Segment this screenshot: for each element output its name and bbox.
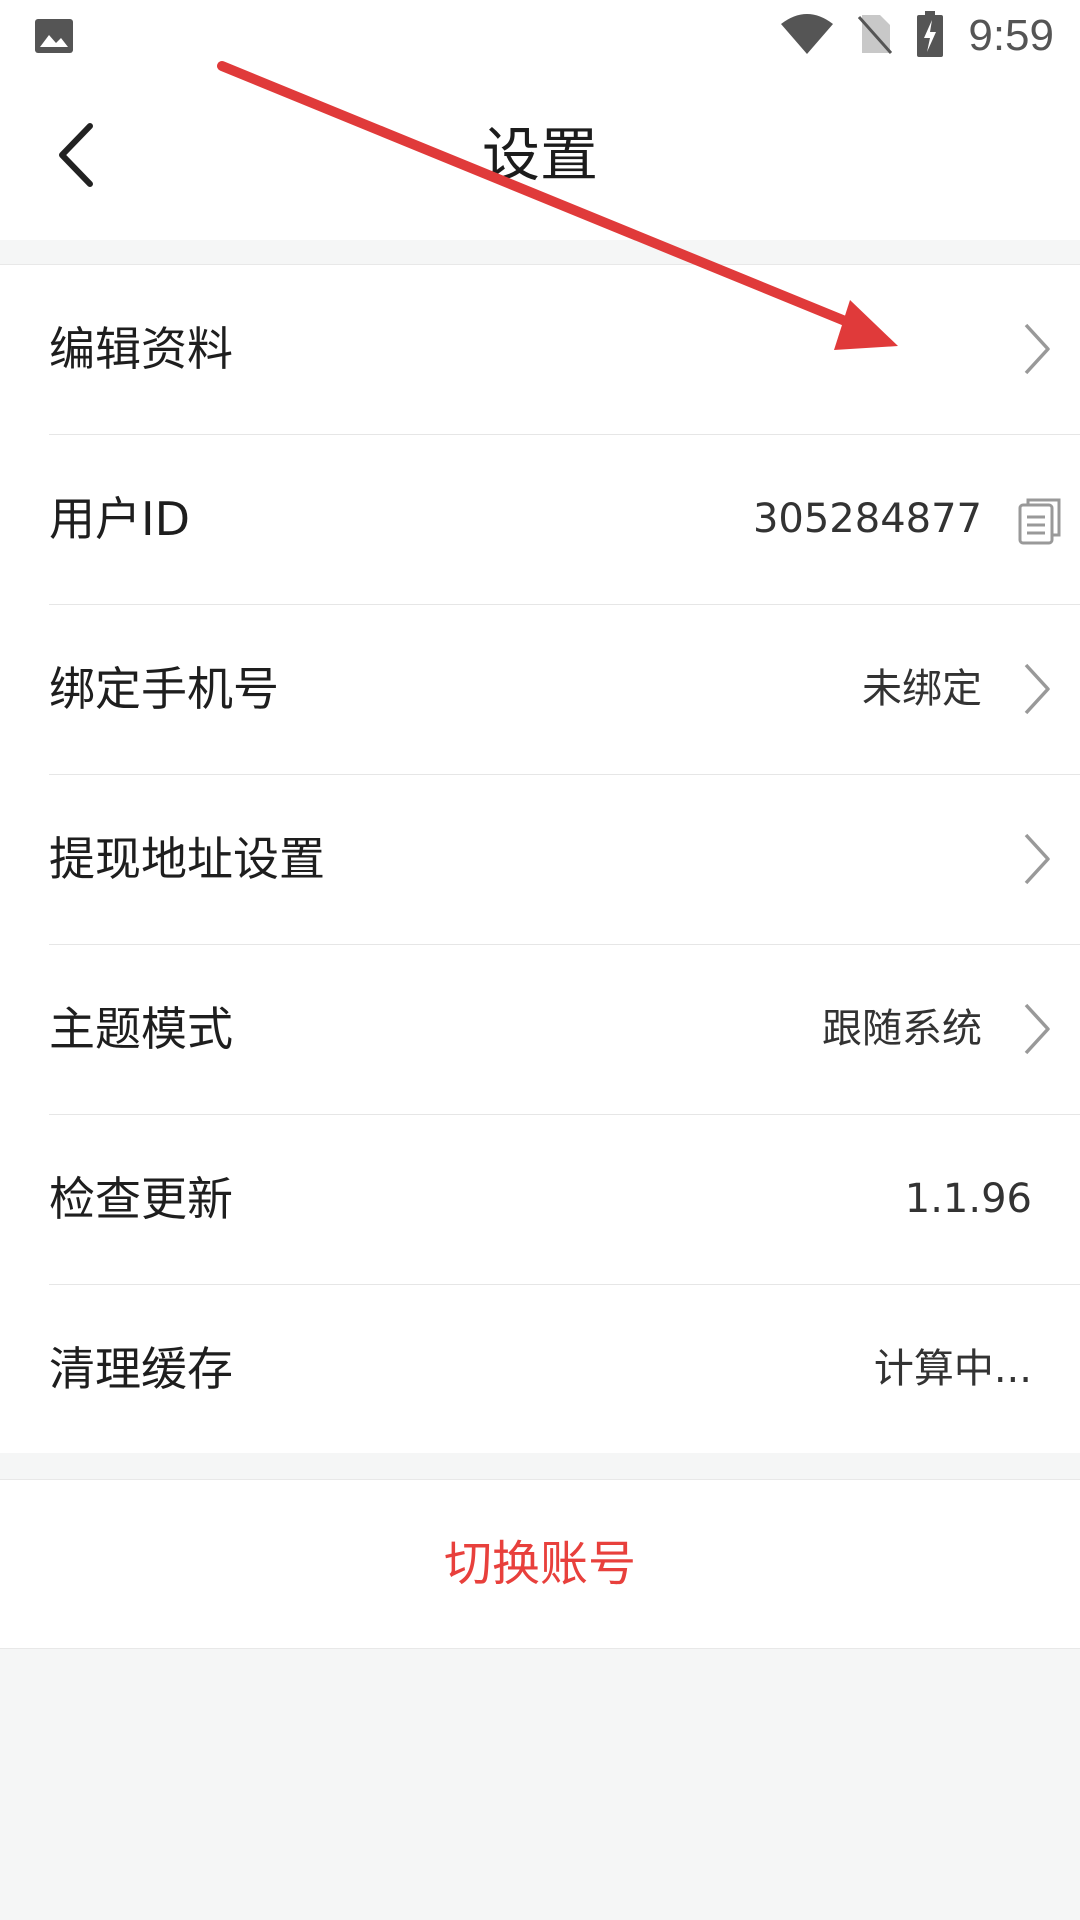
switch-account-button[interactable]: 切换账号 bbox=[0, 1480, 1080, 1648]
row-label: 清理缓存 bbox=[49, 1342, 233, 1396]
no-sim-icon bbox=[858, 13, 893, 59]
gallery-icon bbox=[34, 18, 74, 54]
row-label: 绑定手机号 bbox=[49, 662, 279, 716]
user-id-row: 用户ID 305284877 bbox=[49, 435, 1080, 605]
withdraw-address-row[interactable]: 提现地址设置 bbox=[49, 775, 1080, 945]
bind-phone-row[interactable]: 绑定手机号 未绑定 bbox=[49, 605, 1080, 775]
chevron-right-icon bbox=[1022, 321, 1052, 377]
section-divider bbox=[0, 240, 1080, 264]
section-divider bbox=[0, 1453, 1080, 1479]
theme-mode-value: 跟随系统 bbox=[822, 1006, 982, 1052]
row-label: 主题模式 bbox=[49, 1002, 233, 1056]
wifi-icon bbox=[780, 13, 834, 59]
edit-profile-row[interactable]: 编辑资料 bbox=[49, 265, 1080, 435]
clear-cache-row[interactable]: 清理缓存 计算中... bbox=[49, 1285, 1080, 1454]
row-label: 提现地址设置 bbox=[49, 832, 325, 886]
row-label: 用户ID bbox=[49, 492, 190, 546]
chevron-right-icon bbox=[1022, 831, 1052, 887]
switch-account-section: 切换账号 bbox=[0, 1479, 1080, 1649]
user-id-value: 305284877 bbox=[752, 496, 982, 542]
app-header: 设置 bbox=[0, 72, 1080, 240]
chevron-right-icon bbox=[1022, 1001, 1052, 1057]
copy-icon[interactable] bbox=[1018, 497, 1062, 545]
check-update-row[interactable]: 检查更新 1.1.96 bbox=[49, 1115, 1080, 1285]
row-label: 编辑资料 bbox=[49, 322, 233, 376]
battery-charging-icon bbox=[916, 11, 944, 61]
theme-mode-row[interactable]: 主题模式 跟随系统 bbox=[49, 945, 1080, 1115]
clock: 9:59 bbox=[968, 11, 1054, 60]
cache-size: 计算中... bbox=[873, 1346, 1032, 1392]
chevron-right-icon bbox=[1022, 661, 1052, 717]
bind-phone-status: 未绑定 bbox=[862, 666, 982, 712]
settings-list: 编辑资料 用户ID 305284877 绑定手机号 未绑定 提现地址设置 主题模… bbox=[0, 264, 1080, 1455]
app-version: 1.1.96 bbox=[904, 1176, 1032, 1222]
status-bar: 9:59 bbox=[0, 0, 1080, 72]
row-label: 检查更新 bbox=[49, 1172, 233, 1226]
page-title: 设置 bbox=[481, 121, 598, 189]
